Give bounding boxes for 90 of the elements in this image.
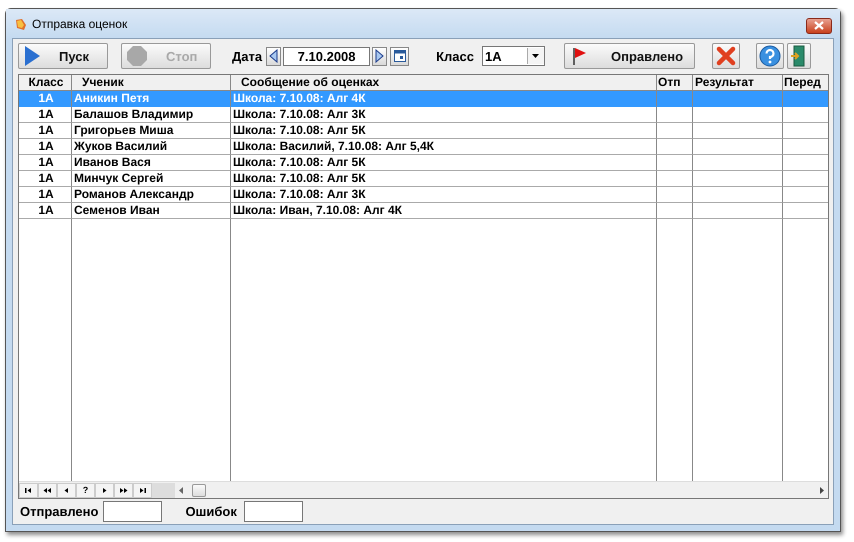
next-record-icon: [100, 486, 109, 494]
calendar-icon: [394, 50, 406, 62]
column-header[interactable]: Ученик: [72, 75, 231, 91]
table-cell: Школа: 7.10.08: Алг 4К: [231, 91, 657, 107]
table-row[interactable]: 1А Григорьев Миша Школа: 7.10.08: Алг 5К: [19, 123, 828, 139]
table-row[interactable]: 1А Балашов Владимир Школа: 7.10.08: Алг 3К: [19, 107, 828, 123]
table-cell: 1А: [19, 107, 72, 123]
left-arrow-icon: [269, 49, 278, 63]
first-record-button[interactable]: [19, 482, 38, 498]
table-row[interactable]: 1А Жуков Василий Школа: Василий, 7.10.08: Алг 5,4К: [19, 139, 828, 155]
x-icon: [716, 46, 736, 66]
table-cell: [657, 187, 693, 203]
window-title: Отправка оценок: [32, 16, 128, 30]
table-cell: Школа: 7.10.08: Алг 5К: [231, 155, 657, 171]
flag-icon: [572, 47, 587, 65]
table-row[interactable]: 1А Минчук Сергей Школа: 7.10.08: Алг 5К: [19, 171, 828, 187]
table-cell: [657, 139, 693, 155]
table-cell: Школа: 7.10.08: Алг 3К: [231, 187, 657, 203]
column-header[interactable]: Класс: [19, 75, 72, 91]
previous-record-icon: [62, 486, 71, 494]
table-row[interactable]: 1А Иванов Вася Школа: 7.10.08: Алг 5К: [19, 155, 828, 171]
class-dropdown[interactable]: 1А: [482, 46, 545, 66]
table-cell: Аникин Петя: [72, 91, 231, 107]
date-label: Дата: [232, 48, 262, 64]
column-header[interactable]: Перед: [783, 75, 828, 91]
column-header[interactable]: Сообщение об оценках: [231, 75, 657, 91]
table-cell: Школа: Василий, 7.10.08: Алг 5,4К: [231, 139, 657, 155]
table-cell: [657, 107, 693, 123]
errors-count-field[interactable]: [244, 501, 303, 522]
previous-page-button[interactable]: [38, 482, 57, 498]
previous-page-icon: [43, 486, 52, 494]
navigator-button[interactable]: ?: [76, 482, 95, 498]
table-cell: 1А: [19, 91, 72, 107]
next-page-button[interactable]: [114, 482, 133, 498]
close-icon: [814, 21, 824, 30]
close-button[interactable]: [806, 18, 832, 34]
table-cell: Балашов Владимир: [72, 107, 231, 123]
column-header[interactable]: Отп: [657, 75, 693, 91]
table-cell: 1А: [19, 155, 72, 171]
table-cell: Минчук Сергей: [72, 171, 231, 187]
table-cell: Школа: 7.10.08: Алг 3К: [231, 107, 657, 123]
table-cell: [657, 171, 693, 187]
exit-button[interactable]: [786, 43, 811, 69]
table-cell: 1А: [19, 171, 72, 187]
table-cell: Школа: 7.10.08: Алг 5К: [231, 123, 657, 139]
next-record-button[interactable]: [95, 482, 114, 498]
table-cell: Жуков Василий: [72, 139, 231, 155]
next-page-icon: [119, 486, 128, 494]
help-icon: [758, 45, 781, 67]
table-cell: Григорьев Миша: [72, 123, 231, 139]
previous-date-button[interactable]: [266, 46, 282, 66]
sent-count-field[interactable]: [103, 501, 162, 522]
calendar-button[interactable]: [390, 46, 410, 66]
table-cell: [657, 203, 693, 219]
previous-record-button[interactable]: [57, 482, 76, 498]
door-icon: [790, 45, 807, 67]
scroll-left-icon: [179, 486, 184, 494]
next-date-button[interactable]: [372, 46, 388, 66]
last-record-icon: [138, 486, 147, 494]
table-cell: 1А: [19, 187, 72, 203]
sent-count-label: Отправлено: [20, 504, 98, 519]
last-record-button[interactable]: [133, 482, 152, 498]
scroll-thumb[interactable]: [192, 484, 206, 496]
octagon-icon: [126, 45, 148, 67]
dropdown-arrow-icon: [532, 54, 540, 58]
table-cell: [657, 123, 693, 139]
sent-button[interactable]: Оправлено: [564, 43, 695, 69]
play-icon: [23, 45, 41, 67]
column-header[interactable]: Результат: [693, 75, 783, 91]
table-cell: 1А: [19, 123, 72, 139]
table-cell: Семенов Иван: [72, 203, 231, 219]
table-cell: Иванов Вася: [72, 155, 231, 171]
table-cell: Школа: Иван, 7.10.08: Алг 4К: [231, 203, 657, 219]
delete-button[interactable]: [712, 43, 740, 69]
table-cell: Романов Александр: [72, 187, 231, 203]
table-cell: 1А: [19, 139, 72, 155]
first-record-icon: [24, 486, 33, 494]
start-button[interactable]: Пуск: [18, 43, 108, 69]
table-cell: Школа: 7.10.08: Алг 5К: [231, 171, 657, 187]
class-label: Класс: [436, 48, 474, 64]
table-cell: 1А: [19, 203, 72, 219]
scroll-right-icon: [819, 486, 824, 494]
table-cell: [657, 155, 693, 171]
help-button[interactable]: [756, 43, 784, 69]
app-icon: [14, 16, 28, 30]
table-row[interactable]: 1А Семенов Иван Школа: Иван, 7.10.08: Алг 4К: [19, 203, 828, 219]
errors-count-label: Ошибок: [185, 504, 237, 519]
date-field[interactable]: 7.10.2008: [283, 46, 370, 66]
right-arrow-icon: [375, 49, 384, 63]
table-row[interactable]: 1А Романов Александр Школа: 7.10.08: Алг 3К: [19, 187, 828, 203]
